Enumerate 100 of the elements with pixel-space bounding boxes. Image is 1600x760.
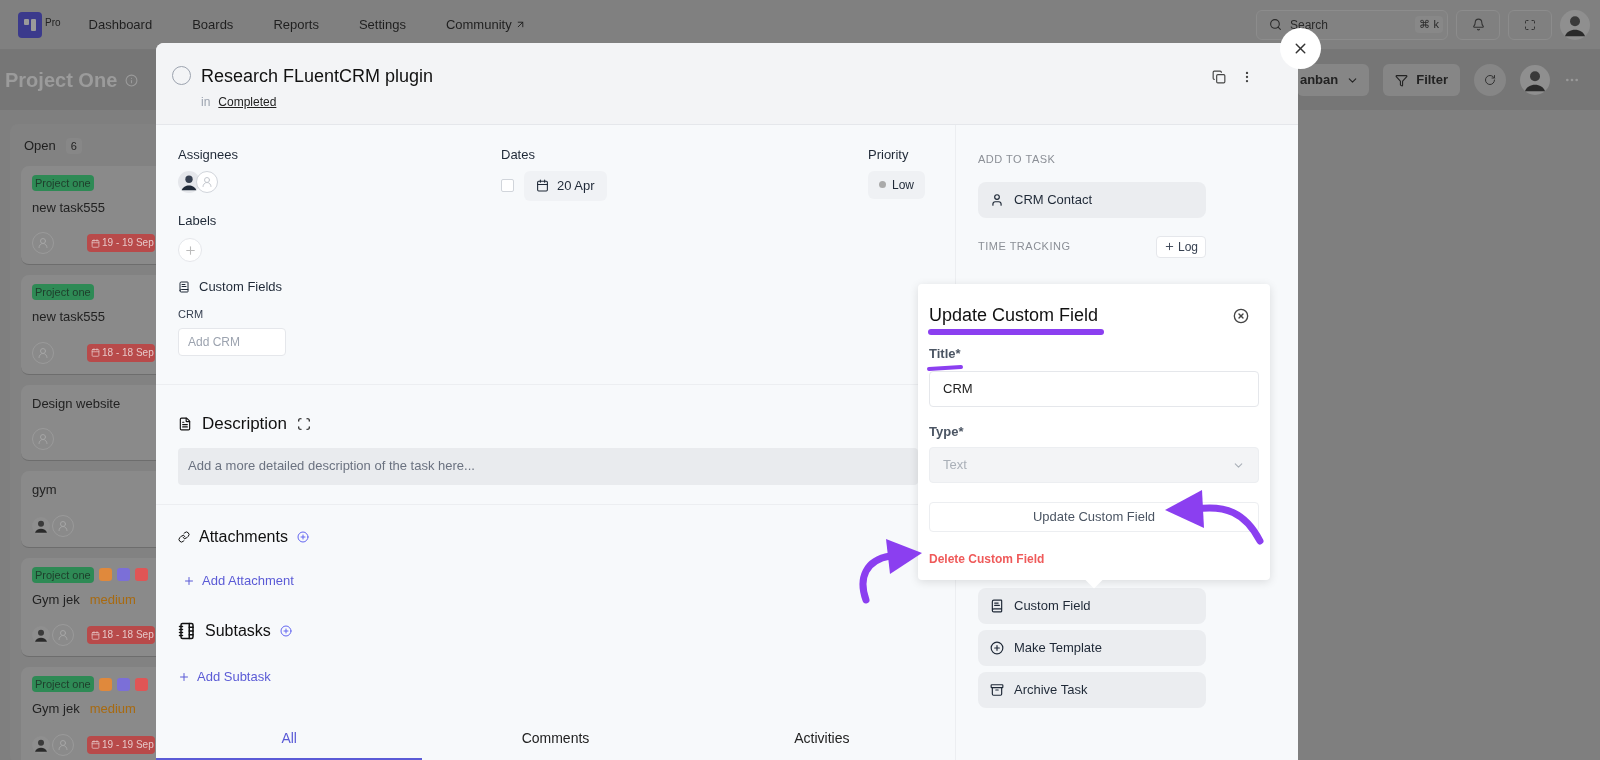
notifications-button[interactable]: [1456, 9, 1500, 40]
due-date-badge: 18 - 18 Sep: [87, 343, 155, 362]
card-title: new task555: [32, 198, 105, 217]
view-select[interactable]: anban: [1296, 64, 1370, 96]
info-icon: [125, 73, 139, 87]
nav-link[interactable]: Settings: [358, 14, 406, 35]
project-tag: Project one: [32, 676, 94, 692]
avatar-icon: [1560, 9, 1590, 40]
title-input[interactable]: CRM: [929, 370, 1259, 407]
add-assignee-icon[interactable]: [52, 514, 74, 537]
add-subtask-link[interactable]: Add Subtask: [178, 667, 271, 687]
add-circle-icon[interactable]: [279, 625, 292, 637]
field-label: Title*: [929, 345, 962, 363]
field-label: Assignees: [178, 146, 239, 164]
search-icon: [1269, 18, 1282, 31]
project-tag: Project one: [32, 284, 94, 300]
priority-text: medium: [89, 590, 136, 609]
plus-icon: [183, 243, 197, 257]
link-icon: [178, 531, 190, 543]
tab[interactable]: Activities: [688, 712, 955, 760]
nav-link[interactable]: Boards: [192, 14, 234, 35]
field-label: Type*: [929, 422, 965, 441]
project-tag: Project one: [32, 566, 94, 583]
section-heading: Subtasks: [205, 621, 271, 641]
close-icon[interactable]: [1233, 307, 1249, 324]
list-prefix: in: [201, 94, 211, 111]
notebook-icon: [990, 598, 1004, 613]
nav-link[interactable]: Reports: [273, 14, 319, 35]
field-label: Labels: [178, 211, 218, 230]
due-date-badge: 18 - 18 Sep: [87, 626, 155, 644]
log-button[interactable]: Log: [1155, 235, 1206, 258]
description-field[interactable]: Add a more detailed description of the task here...: [178, 447, 918, 485]
add-assignee-icon[interactable]: [196, 170, 218, 193]
calendar-icon: [91, 238, 100, 248]
search-placeholder: Search: [1290, 16, 1329, 34]
document-icon: [178, 416, 192, 431]
date-button[interactable]: 20 Apr: [524, 170, 607, 201]
update-button[interactable]: Update Custom Field: [929, 502, 1259, 532]
calendar-icon: [91, 740, 100, 749]
filter-button[interactable]: Filter: [1383, 64, 1460, 96]
popover-title: Update Custom Field: [929, 304, 1099, 327]
section-heading: ADD TO TASK: [978, 152, 1057, 167]
calendar-icon: [91, 630, 100, 640]
add-assignee-icon[interactable]: [32, 232, 54, 254]
annotation-underline: [927, 365, 963, 371]
count-badge: 6: [65, 137, 82, 154]
task-action-button[interactable]: Custom Field: [978, 587, 1206, 624]
add-assignee-icon[interactable]: [32, 428, 54, 450]
plus-icon: [183, 574, 195, 587]
field-label: Dates: [501, 146, 536, 164]
project-tag: Project one: [32, 174, 94, 191]
date-checkbox[interactable]: [501, 179, 514, 192]
priority-select[interactable]: Low: [868, 170, 925, 199]
task-title: Research FLuentCRM plugin: [201, 65, 434, 88]
archive-icon: [990, 682, 1004, 697]
add-assignee-icon[interactable]: [52, 733, 74, 756]
fullscreen-button[interactable]: [1508, 9, 1552, 40]
delete-link[interactable]: Delete Custom Field: [929, 550, 1045, 568]
calendar-icon: [91, 348, 100, 357]
section-heading: TIME TRACKING: [978, 239, 1071, 255]
card-title: Gym jek: [32, 700, 80, 718]
search-field[interactable]: Search ⌘ k: [1256, 9, 1448, 40]
fullscreen-icon: [1524, 18, 1536, 31]
card-title: new task555: [32, 308, 105, 326]
add-label-button[interactable]: [178, 238, 202, 262]
filter-icon: [1395, 73, 1409, 87]
copy-icon[interactable]: [1212, 70, 1226, 84]
section-heading: Custom Fields: [199, 278, 283, 296]
bell-icon: [1471, 18, 1485, 31]
input-field[interactable]: Add CRM: [178, 328, 286, 356]
nav-link[interactable]: Dashboard: [88, 14, 153, 35]
task-action-button[interactable]: Archive Task: [978, 671, 1206, 708]
column-title: Open: [24, 137, 56, 155]
add-assignee-icon[interactable]: [32, 341, 54, 364]
task-action-button[interactable]: Make Template: [978, 629, 1206, 666]
section-heading: Attachments: [199, 527, 288, 547]
card-title: Design website: [32, 394, 121, 413]
add-assignee-icon[interactable]: [52, 624, 74, 646]
expand-icon[interactable]: [297, 416, 312, 431]
tab[interactable]: All: [156, 712, 423, 760]
plus-icon: [178, 670, 190, 683]
section-heading: Description: [202, 413, 288, 435]
card-title: gym: [32, 481, 57, 499]
tab[interactable]: Comments: [422, 712, 689, 760]
avatar-icon: [1520, 65, 1550, 95]
due-date-badge: 19 - 19 Sep: [87, 735, 155, 754]
refresh-button[interactable]: [1474, 64, 1506, 96]
priority-text: medium: [89, 700, 136, 718]
calendar-icon: [536, 179, 549, 192]
add-to-task-button[interactable]: CRM Contact: [978, 181, 1206, 218]
list-link[interactable]: Completed: [218, 93, 277, 111]
user-icon: [990, 192, 1004, 207]
nav-link[interactable]: Community: [445, 14, 526, 35]
logo-icon[interactable]: [18, 11, 42, 38]
plan-label: Pro: [45, 15, 61, 30]
add-circle-icon[interactable]: [296, 531, 309, 543]
annotation-arrow: [859, 539, 922, 604]
notebook-icon: [178, 280, 190, 293]
plus-icon: [1163, 241, 1175, 252]
add-attachment-link[interactable]: Add Attachment: [183, 571, 294, 591]
